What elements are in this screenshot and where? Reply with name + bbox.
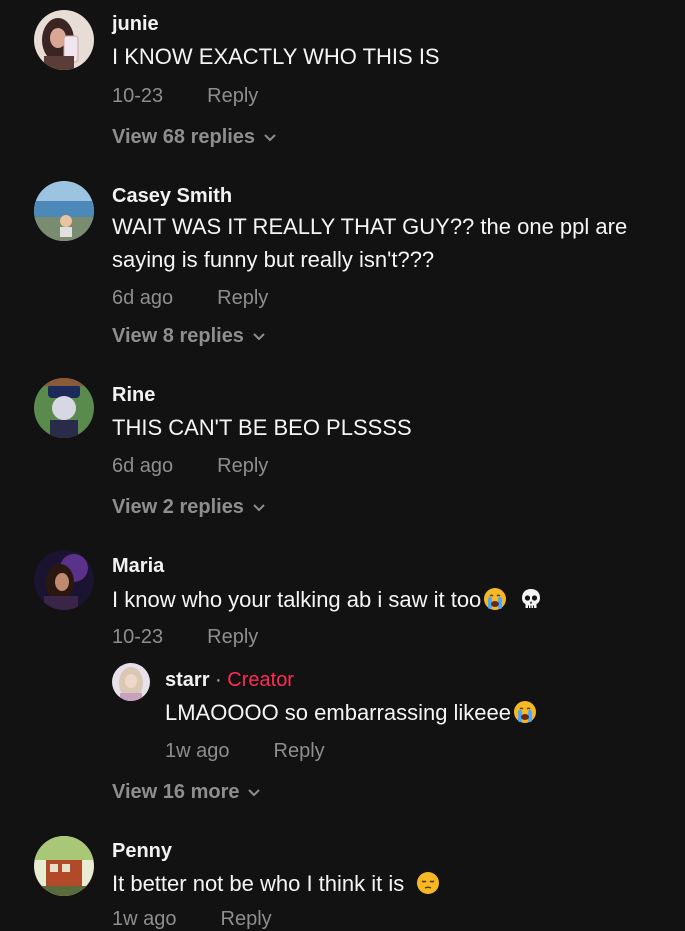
comment-text: It better not be who I think it is xyxy=(112,867,678,900)
pensive-face-icon xyxy=(417,872,440,894)
comment-text: WAIT WAS IT REALLY THAT GUY?? the one pp… xyxy=(112,214,628,272)
username[interactable]: Maria xyxy=(112,555,164,578)
username[interactable]: Penny xyxy=(112,840,172,863)
view-replies-button[interactable]: View 68 replies xyxy=(112,126,277,149)
crying-face-icon xyxy=(514,701,537,723)
comment-meta: 10-23 Reply xyxy=(112,85,258,108)
comment-text: THIS CAN'T BE BEO PLSSSS xyxy=(112,415,412,440)
comment-text: I KNOW EXACTLY WHO THIS IS xyxy=(112,44,440,69)
reply-button[interactable]: Reply xyxy=(217,287,268,309)
reply-button[interactable]: Reply xyxy=(217,455,268,477)
comment-meta: 1w ago Reply xyxy=(165,740,325,763)
reply-author: starr · Creator xyxy=(165,669,294,692)
view-replies-button[interactable]: View 2 replies xyxy=(112,496,266,519)
timestamp: 1w ago xyxy=(112,908,177,930)
skull-icon xyxy=(522,589,541,608)
reply-button[interactable]: Reply xyxy=(207,85,258,107)
timestamp: 1w ago xyxy=(165,740,230,762)
username[interactable]: starr xyxy=(165,669,209,691)
timestamp: 6d ago xyxy=(112,287,174,309)
view-replies-label: View 2 replies xyxy=(112,496,244,518)
creator-badge: Creator xyxy=(227,669,294,691)
chevron-down-icon xyxy=(248,789,261,797)
reply-button[interactable]: Reply xyxy=(221,908,272,930)
username[interactable]: Rine xyxy=(112,384,155,407)
reply-button[interactable]: Reply xyxy=(274,740,325,762)
username[interactable]: junie xyxy=(112,13,159,36)
chevron-down-icon xyxy=(253,504,265,512)
avatar[interactable] xyxy=(34,836,94,896)
comment-meta: 6d ago Reply xyxy=(112,455,268,478)
view-more-button[interactable]: View 16 more xyxy=(112,781,261,804)
view-replies-label: View 68 replies xyxy=(112,126,256,148)
avatar[interactable] xyxy=(112,663,150,701)
avatar[interactable] xyxy=(34,550,94,610)
comment-meta: 10-23 Reply xyxy=(112,626,258,649)
timestamp: 10-23 xyxy=(112,626,164,648)
view-replies-button[interactable]: View 8 replies xyxy=(112,325,266,348)
comment-text: LMAOOOO so embarrassing likeee xyxy=(165,696,675,729)
chevron-down-icon xyxy=(264,134,276,142)
avatar[interactable] xyxy=(34,10,94,70)
username[interactable]: Casey Smith xyxy=(112,185,232,208)
chevron-down-icon xyxy=(253,333,265,341)
crying-face-icon xyxy=(484,588,507,610)
view-more-label: View 16 more xyxy=(112,781,240,803)
comment-text-content: I know who your talking ab i saw it too xyxy=(112,587,482,612)
comment-text-content: It better not be who I think it is xyxy=(112,871,405,896)
view-replies-label: View 8 replies xyxy=(112,325,244,347)
comment-meta: 6d ago Reply xyxy=(112,287,268,310)
avatar[interactable] xyxy=(34,378,94,438)
reply-button[interactable]: Reply xyxy=(207,626,258,648)
separator: · xyxy=(215,669,222,691)
reply-text-content: LMAOOOO so embarrassing likeee xyxy=(165,700,512,725)
timestamp: 10-23 xyxy=(112,85,164,107)
comment-text: I know who your talking ab i saw it too xyxy=(112,583,678,616)
avatar[interactable] xyxy=(34,181,94,241)
timestamp: 6d ago xyxy=(112,455,174,477)
